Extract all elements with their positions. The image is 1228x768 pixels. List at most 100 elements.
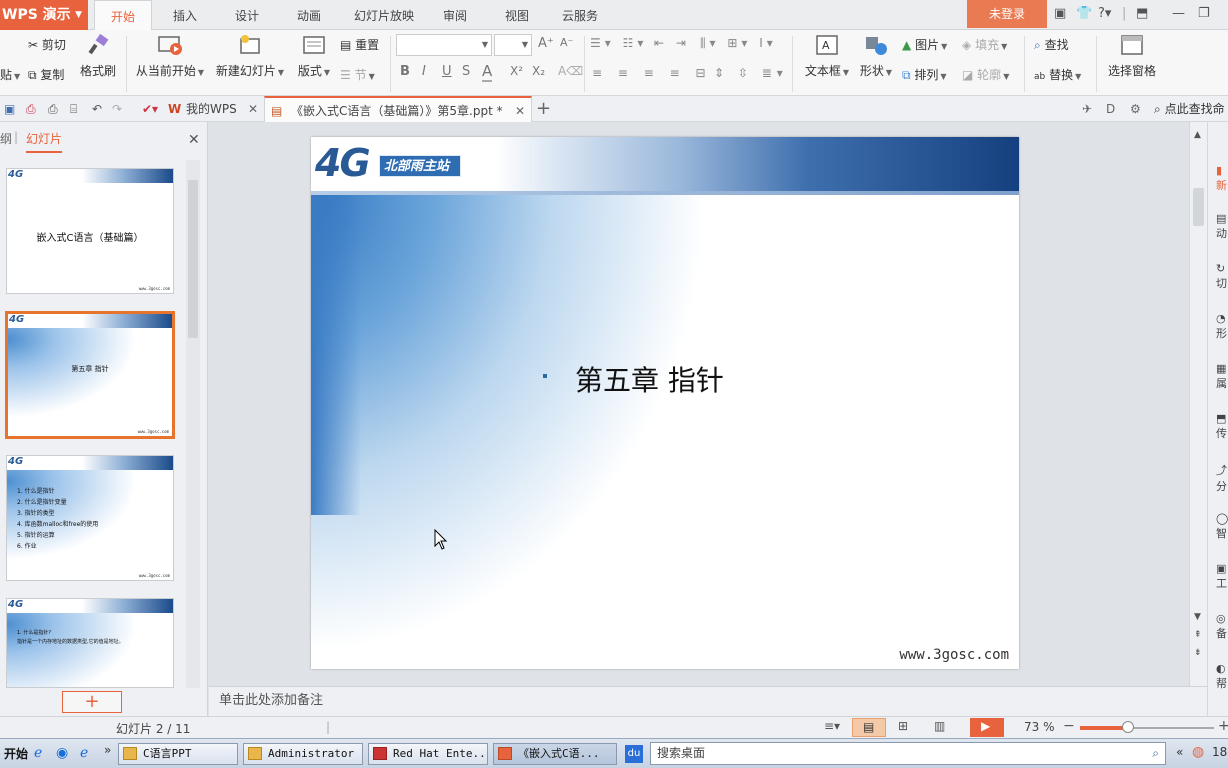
picture-button[interactable]: ▲ 图片 ▼ (902, 36, 947, 53)
export-pdf-icon[interactable]: ⎙ (26, 102, 40, 116)
paste-button[interactable]: 贴 ▼ (0, 66, 20, 83)
baidu-icon[interactable]: du (625, 745, 643, 763)
layout-button[interactable]: 版式 ▼ (294, 34, 334, 79)
print-preview-icon[interactable]: ⌸ (70, 102, 84, 116)
list-buttons[interactable]: ☰▾ ☷▾ (590, 36, 647, 50)
from-current-button[interactable]: 从当前开始 ▼ (134, 34, 206, 79)
tab-home[interactable]: 开始 (94, 0, 152, 31)
tab-insert[interactable]: 插入 (160, 0, 210, 30)
new-tab-icon[interactable]: + (536, 96, 551, 122)
print-icon[interactable]: ⎙ (48, 102, 62, 116)
desktop-search-input[interactable]: 搜索桌面 ⌕ (650, 742, 1166, 765)
tab-document[interactable]: ▤ 《嵌入式C语言（基础篇）》第5章.ppt * ✕ (264, 96, 532, 122)
tab-animation[interactable]: 动画 (284, 0, 334, 30)
ie-icon[interactable]: ℯ (80, 745, 88, 761)
close-icon[interactable]: ✕ (188, 132, 200, 148)
bold-button[interactable]: B (400, 64, 410, 79)
skin-icon[interactable]: ▣ (1054, 6, 1066, 21)
find-button[interactable]: ⌕ 查找 (1034, 36, 1069, 53)
pin-icon[interactable]: ✈ (1082, 102, 1096, 116)
close-icon[interactable]: ✕ (515, 98, 525, 124)
new-slide-button[interactable]: 新建幻灯片 ▼ (214, 34, 286, 79)
indent-buttons[interactable]: ⇤ ⇥ (654, 36, 690, 50)
font-size-select[interactable]: ▼ (494, 34, 532, 56)
italic-button[interactable]: I (422, 64, 426, 79)
play-button[interactable]: ▶ (970, 718, 1004, 737)
zoom-out-icon[interactable]: − (1063, 718, 1075, 734)
zoom-slider-handle[interactable] (1122, 721, 1134, 733)
minimize-icon[interactable]: — (1172, 6, 1185, 21)
slides-scrollbar[interactable] (186, 160, 200, 688)
grow-font-button[interactable]: A⁺ (538, 36, 554, 51)
slide-canvas[interactable]: 4G 北部雨主站 第五章 指针 www.3gosc.com (311, 137, 1019, 669)
slide-thumbnail-4[interactable]: 4G 1. 什么是指针? 指针是一个内存地址的数据类型,它的值是地址。 (6, 598, 174, 688)
taskbar-item[interactable]: Red Hat Ente... (368, 743, 488, 765)
align-buttons[interactable]: ≡ ≡ ≡ ≡ ⊟ (592, 66, 712, 80)
font-color-button[interactable]: A (482, 62, 493, 82)
help-icon[interactable]: ?▾ (1098, 6, 1111, 21)
taskbar-item[interactable]: Administrator (243, 743, 363, 765)
copy-button[interactable]: ⧉ 复制 (28, 66, 64, 83)
textbox-button[interactable]: A 文本框 ▼ (802, 34, 852, 79)
zoom-slider[interactable] (1080, 721, 1214, 733)
tab-design[interactable]: 设计 (222, 0, 272, 30)
slide-thumbnail-1[interactable]: 4G 嵌入式C语言（基础篇） www.3gosc.com (6, 168, 174, 294)
start-button[interactable]: 开始 (0, 742, 32, 766)
tab-cloud[interactable]: 云服务 (552, 0, 608, 30)
arrange-button[interactable]: ⧉ 排列 ▼ (902, 66, 947, 83)
app-menu-button[interactable]: WPS 演示 ▼ (0, 0, 88, 30)
wps-tray-icon[interactable]: ◍ (1192, 744, 1204, 760)
tab-slideshow[interactable]: 幻灯片放映 (346, 0, 422, 30)
tab-view[interactable]: 视图 (494, 0, 540, 30)
customize-icon[interactable]: ✔▾ (142, 102, 158, 116)
slide-thumbnail-2[interactable]: 4G 第五章 指针 www.3gosc.com (5, 311, 175, 439)
font-family-select[interactable]: ▼ (396, 34, 492, 56)
d-icon[interactable]: D (1106, 102, 1120, 116)
text-direction-buttons[interactable]: ⫼▾ ⊞▾ Ⅰ▾ (700, 36, 777, 51)
slide-thumbnail-3[interactable]: 4G 1. 什么是指针 2. 什么是指针变量 3. 指针的类型 4. 库函数mall… (6, 455, 174, 581)
more-icon[interactable]: » (104, 743, 111, 757)
shirt-icon[interactable]: 👕 (1076, 6, 1092, 21)
command-search[interactable]: ⌕ 点此查找命 (1154, 96, 1225, 122)
subscript-button[interactable]: X₂ (532, 64, 545, 78)
spacing-buttons[interactable]: ⇕ ⇳ ≣▾ (714, 66, 788, 80)
shrink-font-button[interactable]: A⁻ (560, 36, 573, 49)
redo-icon[interactable]: ↷ (112, 102, 126, 116)
browser-icon[interactable]: ◉ (56, 745, 68, 761)
share-icon[interactable]: ⬒ (1136, 6, 1148, 21)
outline-button[interactable]: ◪ 轮廓 ▼ (962, 66, 1009, 83)
notes-toggle-icon[interactable]: ≡▾ (824, 719, 840, 733)
reading-view-icon[interactable]: ▥ (934, 719, 945, 733)
tab-review[interactable]: 审阅 (432, 0, 478, 30)
undo-icon[interactable]: ↶ (92, 102, 106, 116)
replace-button[interactable]: ab 替换 ▼ (1034, 66, 1081, 83)
add-slide-button[interactable]: + (62, 691, 122, 713)
selection-pane-button[interactable]: 选择窗格 (1104, 34, 1160, 79)
shadow-button[interactable]: S (462, 64, 470, 79)
reset-button[interactable]: ▤ 重置 (340, 36, 379, 53)
editor-scrollbar[interactable]: ▲ ▼ ⇞ ⇟ (1189, 122, 1207, 686)
tab-slides[interactable]: 幻灯片 (26, 130, 63, 153)
fill-button[interactable]: ◈ 填充 ▼ (962, 36, 1007, 53)
tray-expand-icon[interactable]: « (1176, 745, 1183, 759)
zoom-in-icon[interactable]: + (1218, 718, 1228, 734)
tab-outline[interactable]: 纲 (0, 130, 12, 147)
normal-view-icon[interactable]: ▤ (852, 718, 886, 737)
underline-button[interactable]: U (442, 64, 452, 79)
login-button[interactable]: 未登录 (967, 0, 1047, 28)
section-button[interactable]: ☰ 节 ▼ (340, 66, 375, 83)
shapes-button[interactable]: 形状 ▼ (856, 34, 896, 79)
cut-button[interactable]: ✂ 剪切 (28, 36, 66, 53)
slide-title[interactable]: 第五章 指针 (575, 359, 724, 399)
close-icon[interactable]: ✕ (248, 96, 258, 122)
restore-icon[interactable]: ❐ (1198, 6, 1210, 21)
clear-format-icon[interactable]: A⌫ (558, 64, 583, 78)
search-icon[interactable]: ⌕ (1152, 743, 1159, 764)
save-icon[interactable]: ▣ (4, 102, 18, 116)
settings-icon[interactable]: ⚙ (1130, 102, 1144, 116)
superscript-button[interactable]: X² (510, 64, 523, 78)
taskbar-item[interactable]: C语言PPT (118, 743, 238, 765)
taskbar-item-active[interactable]: 《嵌入式C语... (493, 743, 617, 765)
format-painter-button[interactable]: 格式刷 (78, 34, 118, 79)
ie-icon[interactable]: ℯ (34, 745, 42, 761)
